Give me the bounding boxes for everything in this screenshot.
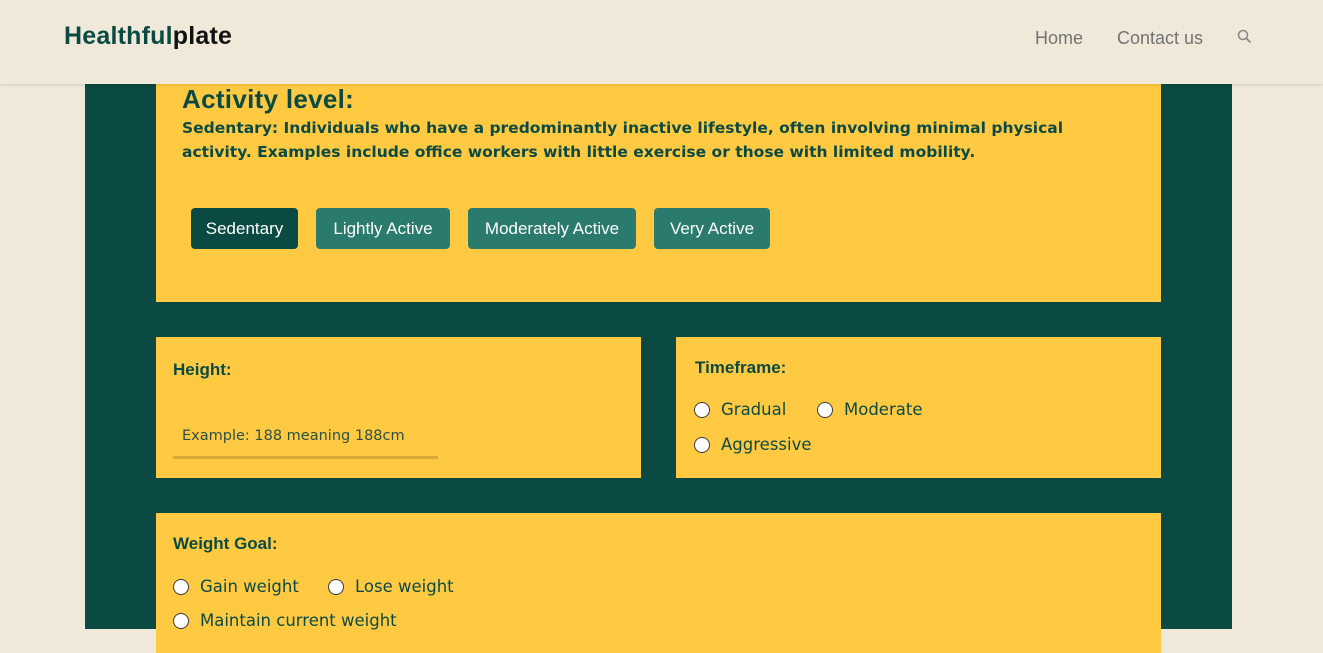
weight-goal-card: Weight Goal: Gain weight Lose weight Mai… bbox=[156, 513, 1161, 653]
radio-button[interactable] bbox=[694, 436, 710, 453]
radio-button[interactable] bbox=[328, 578, 344, 595]
activity-moderately-active-button[interactable]: Moderately Active bbox=[468, 208, 636, 249]
activity-level-description: Sedentary: Individuals who have a predom… bbox=[182, 119, 1064, 161]
radio-button[interactable] bbox=[817, 401, 833, 418]
brand-logo[interactable]: Healthfulplate bbox=[64, 22, 232, 51]
weight-goal-option-label: Lose weight bbox=[355, 577, 454, 596]
activity-sedentary-button[interactable]: Sedentary bbox=[191, 208, 298, 249]
timeframe-label: Timeframe: bbox=[695, 358, 787, 377]
activity-lightly-active-button[interactable]: Lightly Active bbox=[316, 208, 450, 249]
radio-button[interactable] bbox=[173, 578, 189, 595]
weight-goal-option-maintain[interactable]: Maintain current weight bbox=[173, 611, 397, 630]
activity-level-title: Activity level: bbox=[182, 84, 355, 114]
navbar: Healthfulplate Home Contact us bbox=[0, 0, 1323, 84]
weight-goal-option-lose[interactable]: Lose weight bbox=[328, 577, 454, 596]
nav-contact-link[interactable]: Contact us bbox=[1117, 28, 1203, 49]
activity-very-active-button[interactable]: Very Active bbox=[654, 208, 770, 249]
timeframe-option-gradual[interactable]: Gradual bbox=[694, 400, 786, 419]
brand-name-part1: Healthful bbox=[64, 22, 173, 50]
timeframe-option-label: Gradual bbox=[721, 400, 787, 419]
timeframe-option-moderate[interactable]: Moderate bbox=[817, 400, 922, 419]
weight-goal-option-label: Gain weight bbox=[200, 577, 299, 596]
weight-goal-option-label: Maintain current weight bbox=[200, 611, 397, 630]
search-icon[interactable] bbox=[1236, 28, 1254, 46]
weight-goal-option-gain[interactable]: Gain weight bbox=[173, 577, 299, 596]
radio-button[interactable] bbox=[694, 401, 710, 418]
weight-goal-label: Weight Goal: bbox=[173, 534, 278, 553]
timeframe-option-label: Moderate bbox=[844, 400, 923, 419]
timeframe-card: Timeframe: Gradual Moderate Aggressive bbox=[676, 337, 1161, 478]
brand-name-part2: plate bbox=[172, 22, 233, 50]
nav-home-link[interactable]: Home bbox=[1035, 28, 1083, 49]
radio-button[interactable] bbox=[173, 612, 189, 629]
height-input[interactable] bbox=[173, 415, 438, 459]
height-label: Height: bbox=[173, 360, 232, 379]
timeframe-option-aggressive[interactable]: Aggressive bbox=[694, 435, 812, 454]
timeframe-option-label: Aggressive bbox=[721, 435, 812, 454]
height-card: Height: bbox=[156, 337, 641, 478]
